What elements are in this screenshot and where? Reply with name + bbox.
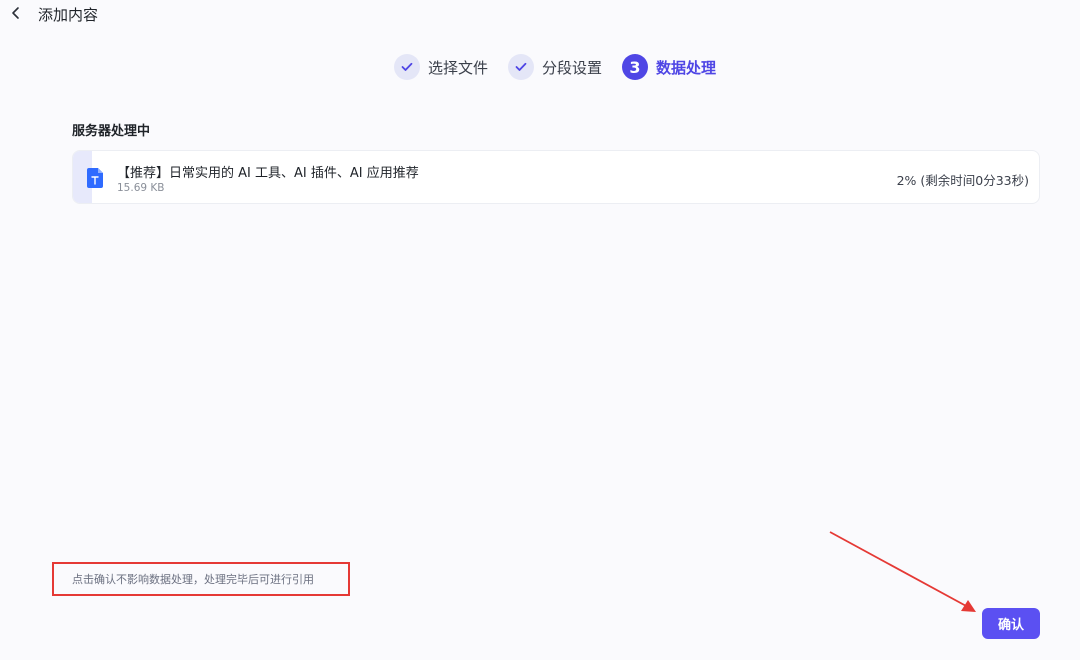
- file-name: 【推荐】日常实用的 AI 工具、AI 插件、AI 应用推荐: [117, 166, 419, 181]
- chevron-left-icon: [12, 7, 19, 19]
- file-processing-card: 【推荐】日常实用的 AI 工具、AI 插件、AI 应用推荐 15.69 KB 2…: [72, 150, 1040, 204]
- step-segment-settings: 分段设置: [507, 54, 602, 80]
- step-data-processing: 3 数据处理: [622, 54, 716, 80]
- file-progress-status: 2% (剩余时间0分33秒): [896, 173, 1029, 188]
- page-title: 添加内容: [38, 6, 99, 24]
- check-icon: [515, 62, 527, 71]
- file-size: 15.69 KB: [117, 182, 165, 194]
- red-arrow-annotation: [829, 531, 976, 612]
- text-file-icon: [87, 168, 103, 188]
- step-indicator: 选择文件 分段设置 3 数据处理: [0, 54, 1080, 80]
- step-check-circle: [507, 54, 534, 80]
- highlighted-note: 点击确认不影响数据处理，处理完毕后可进行引用: [52, 562, 350, 596]
- confirm-button[interactable]: 确认: [982, 608, 1040, 639]
- step-check-circle: [393, 54, 420, 80]
- check-icon: [401, 62, 413, 71]
- step-label: 选择文件: [427, 58, 488, 77]
- page-header: 添加内容: [0, 0, 1080, 28]
- step-label: 数据处理: [656, 58, 717, 77]
- section-title: 服务器处理中: [72, 124, 151, 139]
- note-text: 点击确认不影响数据处理，处理完毕后可进行引用: [72, 573, 314, 586]
- step-number-circle: 3: [622, 54, 648, 80]
- add-content-page: 添加内容 选择文件 分段设置 3 数据处理 服务器处理中 【推荐】日常实用的 A…: [0, 0, 1080, 660]
- step-select-file: 选择文件: [393, 54, 488, 80]
- step-label: 分段设置: [541, 58, 602, 77]
- step-number: 3: [629, 57, 641, 77]
- back-button[interactable]: [8, 4, 24, 22]
